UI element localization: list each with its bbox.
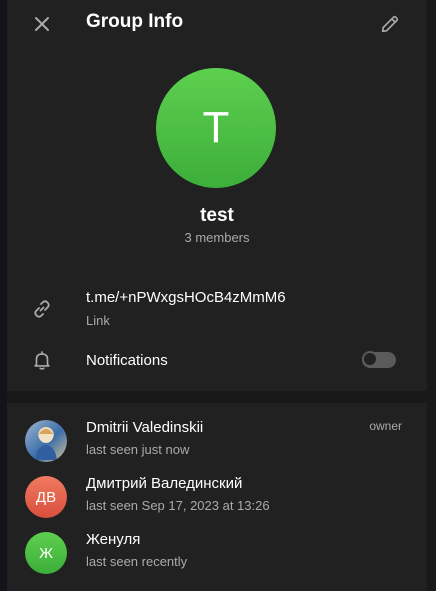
group-avatar[interactable]: T [156, 68, 276, 188]
member-status: last seen just now [86, 442, 190, 457]
member-initials: Ж [39, 544, 53, 562]
close-button[interactable] [22, 4, 62, 44]
invite-link[interactable]: t.me/+nPWxgsHOcB4zMmM6 [86, 289, 286, 306]
section-divider [7, 391, 427, 403]
group-info-panel: Group Info T test 3 members t.me/+nPWxgs… [7, 0, 427, 591]
bell-icon [29, 347, 55, 373]
right-background-strip [427, 0, 436, 591]
member-item[interactable]: ДВ Дмитрий Валединский last seen Sep 17,… [7, 470, 427, 526]
link-icon [29, 296, 55, 322]
member-item[interactable]: Dmitrii Valedinskii last seen just now o… [7, 414, 427, 470]
member-avatar-photo [25, 420, 67, 462]
member-status: last seen recently [86, 554, 188, 569]
left-background-strip [0, 0, 7, 591]
notifications-label: Notifications [86, 352, 168, 369]
member-status: last seen Sep 17, 2023 at 13:26 [86, 498, 270, 513]
member-avatar: Ж [25, 532, 67, 574]
member-name: Женуля [86, 531, 141, 548]
member-name: Дмитрий Валединский [86, 475, 243, 492]
invite-link-label: Link [86, 313, 110, 328]
page-title: Group Info [86, 11, 184, 32]
member-role-badge: owner [369, 419, 402, 433]
edit-button[interactable] [370, 4, 410, 44]
members-count: 3 members [184, 230, 250, 245]
member-item[interactable]: Ж Женуля last seen recently [7, 526, 427, 582]
header: Group Info [7, 0, 427, 48]
notifications-toggle[interactable] [362, 351, 396, 368]
member-name: Dmitrii Valedinskii [86, 419, 204, 436]
group-name: test [200, 205, 234, 226]
toggle-knob [362, 351, 378, 367]
member-initials: ДВ [35, 488, 57, 506]
close-icon [35, 17, 49, 31]
pencil-icon [381, 15, 399, 33]
group-avatar-letter: T [202, 103, 230, 152]
member-avatar: ДВ [25, 476, 67, 518]
